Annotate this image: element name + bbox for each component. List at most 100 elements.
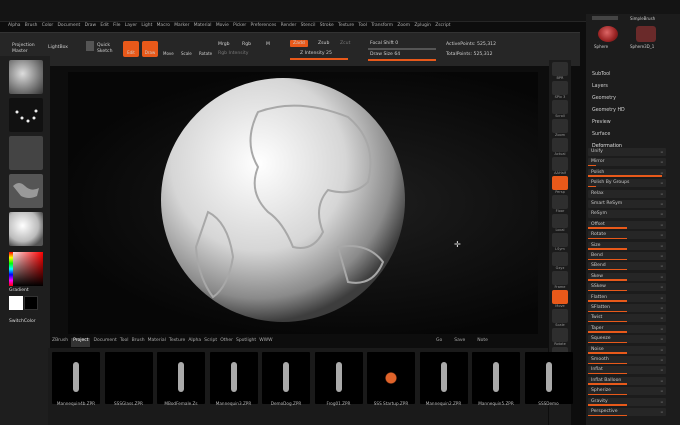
lightbox-button[interactable]: LightBox	[48, 45, 68, 50]
axis-toggle-icon[interactable]: ▫	[661, 408, 663, 416]
menu-zscript[interactable]: Zscript	[435, 23, 450, 28]
axis-toggle-icon[interactable]: ▫	[661, 325, 663, 333]
mrgb-button[interactable]: Mrgb	[218, 42, 230, 47]
bottom-save-button[interactable]: Save	[454, 338, 465, 343]
menu-texture[interactable]: Texture	[338, 23, 354, 28]
deformation-sbend[interactable]: SBend ▫	[588, 262, 666, 271]
axis-toggle-icon[interactable]: ▫	[661, 190, 663, 198]
deformation-inflat[interactable]: Inflat ▫	[588, 366, 666, 375]
axis-toggle-icon[interactable]: ▫	[661, 242, 663, 250]
axis-toggle-icon[interactable]: ▫	[661, 304, 663, 312]
deformation-noise[interactable]: Noise ▫	[588, 345, 666, 354]
secondary-color-swatch[interactable]	[24, 296, 38, 310]
menu-movie[interactable]: Movie	[216, 23, 229, 28]
deformation-smart-resym[interactable]: Smart ReSym ▫	[588, 200, 666, 208]
axis-toggle-icon[interactable]: ▫	[661, 262, 663, 270]
brush-thumb[interactable]	[9, 60, 43, 94]
axis-toggle-icon[interactable]: ▫	[661, 335, 663, 343]
menu-zoom[interactable]: Zoom	[397, 23, 410, 28]
menu-file[interactable]: File	[113, 23, 120, 28]
dock-local-button[interactable]	[552, 214, 568, 228]
rotate-button[interactable]: Rotate	[199, 51, 212, 56]
dock-lsym-button[interactable]	[552, 233, 568, 247]
axis-toggle-icon[interactable]: ▫	[661, 273, 663, 281]
menu-document[interactable]: Document	[58, 23, 81, 28]
deformation-twist[interactable]: Twist ▫	[588, 314, 666, 323]
axis-toggle-icon[interactable]: ▫	[661, 294, 663, 302]
bottom-go-button[interactable]: Go	[436, 338, 442, 343]
deformation-sskew[interactable]: SSkew ▫	[588, 283, 666, 292]
draw-size-slider[interactable]: Draw Size 64	[370, 52, 400, 57]
bottom-tab-www[interactable]: WWW	[259, 338, 272, 347]
dock-rotate-button[interactable]	[552, 328, 568, 342]
bottom-tab-spotlight[interactable]: Spotlight	[236, 338, 256, 347]
axis-toggle-icon[interactable]: ▫	[661, 231, 663, 239]
dock-move-button[interactable]	[552, 290, 568, 304]
deformation-spherize[interactable]: Spherize ▫	[588, 387, 666, 396]
menu-macro[interactable]: Macro	[157, 23, 170, 28]
axis-toggle-icon[interactable]: ▫	[661, 366, 663, 374]
bottom-tab-texture[interactable]: Texture	[169, 338, 185, 347]
deformation-polish-by-groups[interactable]: Polish By Groups ▫	[588, 179, 666, 188]
axis-toggle-icon[interactable]: ▫	[661, 252, 663, 260]
hue-strip[interactable]	[9, 252, 13, 286]
deformation-resym[interactable]: ReSym ▫	[588, 210, 666, 219]
project-thumb[interactable]	[52, 352, 100, 404]
deformation-mirror[interactable]: Mirror ▫	[588, 158, 666, 167]
project-thumb[interactable]	[419, 352, 468, 404]
project-thumb[interactable]	[524, 352, 573, 404]
menu-alpha[interactable]: Alpha	[8, 23, 20, 28]
project-thumb[interactable]	[209, 352, 258, 404]
deformation-sflatten[interactable]: SFlatten ▫	[588, 304, 666, 312]
menu-layer[interactable]: Layer	[125, 23, 137, 28]
axis-toggle-icon[interactable]: ▫	[661, 398, 663, 406]
dock-frame-button[interactable]	[552, 271, 568, 285]
axis-toggle-icon[interactable]: ▫	[661, 377, 663, 385]
deformation-offset[interactable]: Offset ▫	[588, 220, 666, 229]
texture-thumb[interactable]	[9, 174, 43, 208]
axis-toggle-icon[interactable]: ▫	[661, 314, 663, 322]
axis-toggle-icon[interactable]: ▫	[661, 169, 663, 177]
bottom-tab-script[interactable]: Script	[204, 338, 217, 347]
draw-button[interactable]: Draw	[142, 41, 158, 57]
projection-master-button[interactable]: Projection Master	[12, 43, 46, 55]
deformation-perspective[interactable]: Perspective ▫	[588, 408, 666, 416]
deformation-taper[interactable]: Taper ▫	[588, 324, 666, 333]
subtool-menu[interactable]: SubTool	[592, 72, 610, 77]
z-intensity-slider[interactable]: Z Intensity 25	[300, 51, 332, 56]
rgb-button[interactable]: Rgb	[242, 42, 251, 47]
project-thumb[interactable]	[157, 352, 205, 404]
dock-spix-3-button[interactable]	[552, 81, 568, 95]
axis-toggle-icon[interactable]: ▫	[661, 210, 663, 218]
deformation-unify[interactable]: Unify ▫	[588, 148, 666, 156]
bottom-tab-alpha[interactable]: Alpha	[188, 338, 201, 347]
menu-picker[interactable]: Picker	[233, 23, 246, 28]
menu-transform[interactable]: Transform	[371, 23, 393, 28]
rgb-intensity-slider[interactable]: Rgb Intensity	[218, 51, 248, 56]
project-thumb[interactable]	[367, 352, 415, 404]
preview-menu[interactable]: Preview	[592, 120, 611, 125]
bottom-tab-document[interactable]: Document	[93, 338, 116, 347]
edit-button[interactable]: Edit	[123, 41, 139, 57]
zsub-button[interactable]: Zsub	[318, 41, 329, 46]
axis-toggle-icon[interactable]: ▫	[661, 179, 663, 187]
color-picker[interactable]	[9, 252, 43, 286]
material-thumb[interactable]	[9, 212, 43, 246]
gradient-label[interactable]: Gradient	[9, 288, 29, 293]
dock-bpr-button[interactable]	[552, 62, 568, 76]
dock-scale-button[interactable]	[552, 309, 568, 323]
deformation-size[interactable]: Size ▫	[588, 241, 666, 250]
document-canvas[interactable]: ✛	[68, 72, 538, 334]
deformation-rotate[interactable]: Rotate ▫	[588, 231, 666, 240]
bottom-tab-zbrush[interactable]: ZBrush	[52, 338, 68, 347]
menu-brush[interactable]: Brush	[25, 23, 38, 28]
move-button[interactable]: Move	[163, 51, 174, 56]
axis-toggle-icon[interactable]: ▫	[661, 346, 663, 354]
deformation-gravity[interactable]: Gravity ▫	[588, 397, 666, 406]
geometry-menu[interactable]: Geometry	[592, 96, 616, 101]
bottom-tab-other[interactable]: Other	[220, 338, 233, 347]
alpha-thumb[interactable]	[9, 136, 43, 170]
axis-toggle-icon[interactable]: ▫	[661, 148, 663, 156]
m-button[interactable]: M	[266, 42, 270, 47]
axis-toggle-icon[interactable]: ▫	[661, 221, 663, 229]
